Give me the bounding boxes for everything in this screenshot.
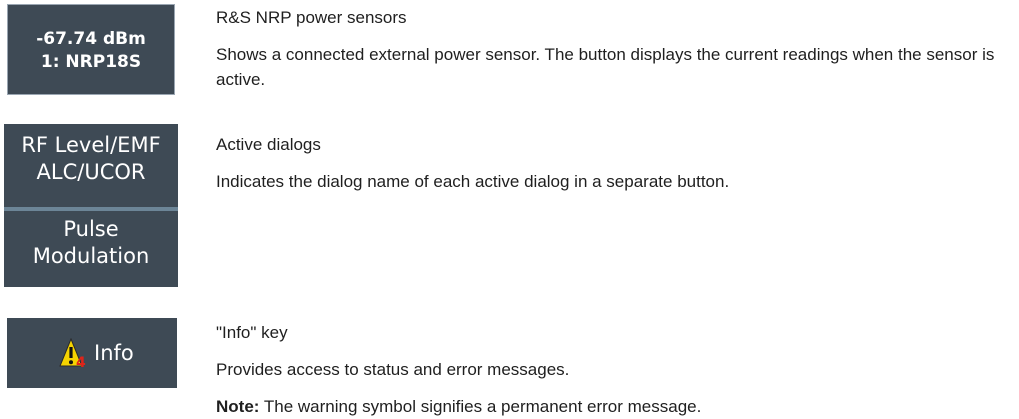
active-dialogs-text: Indicates the dialog name of each active… [216, 172, 730, 191]
info-key-button[interactable]: 4 Info [7, 318, 177, 388]
active-dialogs-title: Active dialogs [216, 135, 321, 154]
dialog-button-label: RF Level/EMF [21, 133, 161, 157]
active-dialogs-stack: RF Level/EMF ALC/UCOR Pulse Modulation [4, 124, 178, 287]
dialog-button-label: ALC/UCOR [36, 160, 146, 184]
note-text: The warning symbol signifies a permanent… [259, 397, 702, 416]
power-sensor-text: Shows a connected external power sensor.… [216, 45, 995, 89]
power-sensor-description: R&S NRP power sensors Shows a connected … [216, 5, 1011, 92]
info-key-note: Note: The warning symbol signifies a per… [216, 394, 1011, 419]
power-sensor-title: R&S NRP power sensors [216, 8, 407, 27]
active-dialogs-description: Active dialogs Indicates the dialog name… [216, 132, 1011, 194]
power-sensor-button[interactable]: -67.74 dBm 1: NRP18S [7, 4, 175, 95]
active-dialog-button-rf-level[interactable]: RF Level/EMF ALC/UCOR [4, 132, 178, 204]
dialog-button-label: Pulse [63, 217, 119, 241]
info-key-text: Provides access to status and error mess… [216, 360, 570, 379]
dialog-separator [4, 207, 178, 211]
warning-count: 4 [76, 355, 86, 368]
sensor-reading: -67.74 dBm [36, 29, 146, 49]
info-key-title: "Info" key [216, 323, 288, 342]
info-key-description: "Info" key Provides access to status and… [216, 320, 1011, 419]
sensor-name: 1: NRP18S [40, 52, 142, 72]
dialog-button-label: Modulation [32, 244, 150, 268]
info-label: Info [94, 341, 134, 365]
active-dialog-button-pulse-modulation[interactable]: Pulse Modulation [4, 216, 178, 286]
note-label: Note: [216, 397, 260, 416]
warning-triangle-icon: 4 [59, 338, 86, 368]
